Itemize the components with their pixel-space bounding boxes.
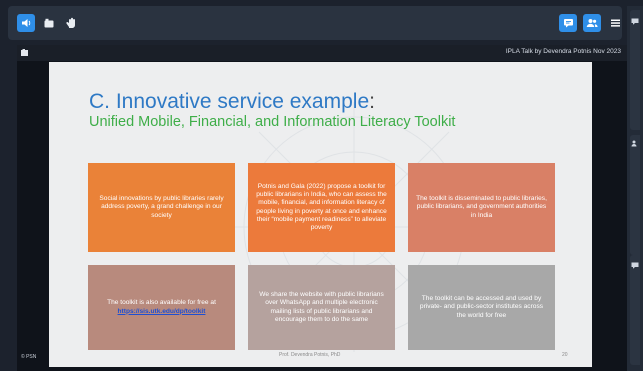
presentation-area: IPLA Talk by Devendra Potnis Nov 2023 C.… (17, 45, 627, 371)
users-icon (631, 140, 637, 147)
presentation-header: IPLA Talk by Devendra Potnis Nov 2023 (17, 45, 627, 61)
video-conference-app: IPLA Talk by Devendra Potnis Nov 2023 C.… (0, 0, 643, 371)
chat-button[interactable] (559, 14, 577, 32)
info-card: Social innovations by public libraries r… (88, 163, 235, 252)
slide: C. Innovative service example: Unified M… (49, 62, 592, 367)
side-panel-section[interactable] (630, 255, 640, 365)
side-panel-section[interactable] (630, 135, 640, 255)
users-button[interactable] (583, 14, 601, 32)
slide-subtitle: Unified Mobile, Financial, and Informati… (89, 114, 456, 130)
side-panel-section[interactable] (630, 10, 640, 130)
corner-label: © PSN (21, 354, 37, 360)
slide-title: C. Innovative service example: (89, 90, 375, 113)
slide-footer: Prof. Devendra Potnis, PhD (279, 352, 341, 358)
menu-icon (610, 19, 620, 27)
speaker-icon (21, 19, 30, 27)
slide-page-number: 20 (562, 352, 568, 358)
presentation-title: IPLA Talk by Devendra Potnis Nov 2023 (505, 48, 621, 55)
info-card: We share the website with public librari… (248, 265, 395, 350)
audio-button[interactable] (17, 14, 35, 32)
chat-icon (563, 19, 573, 28)
presentation-icon (21, 49, 28, 56)
menu-button[interactable] (606, 14, 624, 32)
chat-icon (631, 262, 639, 269)
chat-icon (631, 18, 639, 25)
info-card: Potnis and Gala (2022) propose a toolkit… (248, 163, 395, 252)
top-toolbar (8, 6, 622, 40)
info-card: The toolkit can be accessed and used by … (408, 265, 555, 350)
users-icon (586, 19, 598, 27)
camera-button[interactable] (40, 14, 58, 32)
hand-icon (65, 17, 75, 28)
raise-hand-button[interactable] (62, 14, 80, 32)
info-card: The toolkit is also available for free a… (88, 265, 235, 350)
toolkit-link[interactable]: https://sis.utk.edu/dp/toolkit (118, 308, 206, 315)
info-card: The toolkit is disseminated to public li… (408, 163, 555, 252)
camera-icon (44, 18, 54, 27)
